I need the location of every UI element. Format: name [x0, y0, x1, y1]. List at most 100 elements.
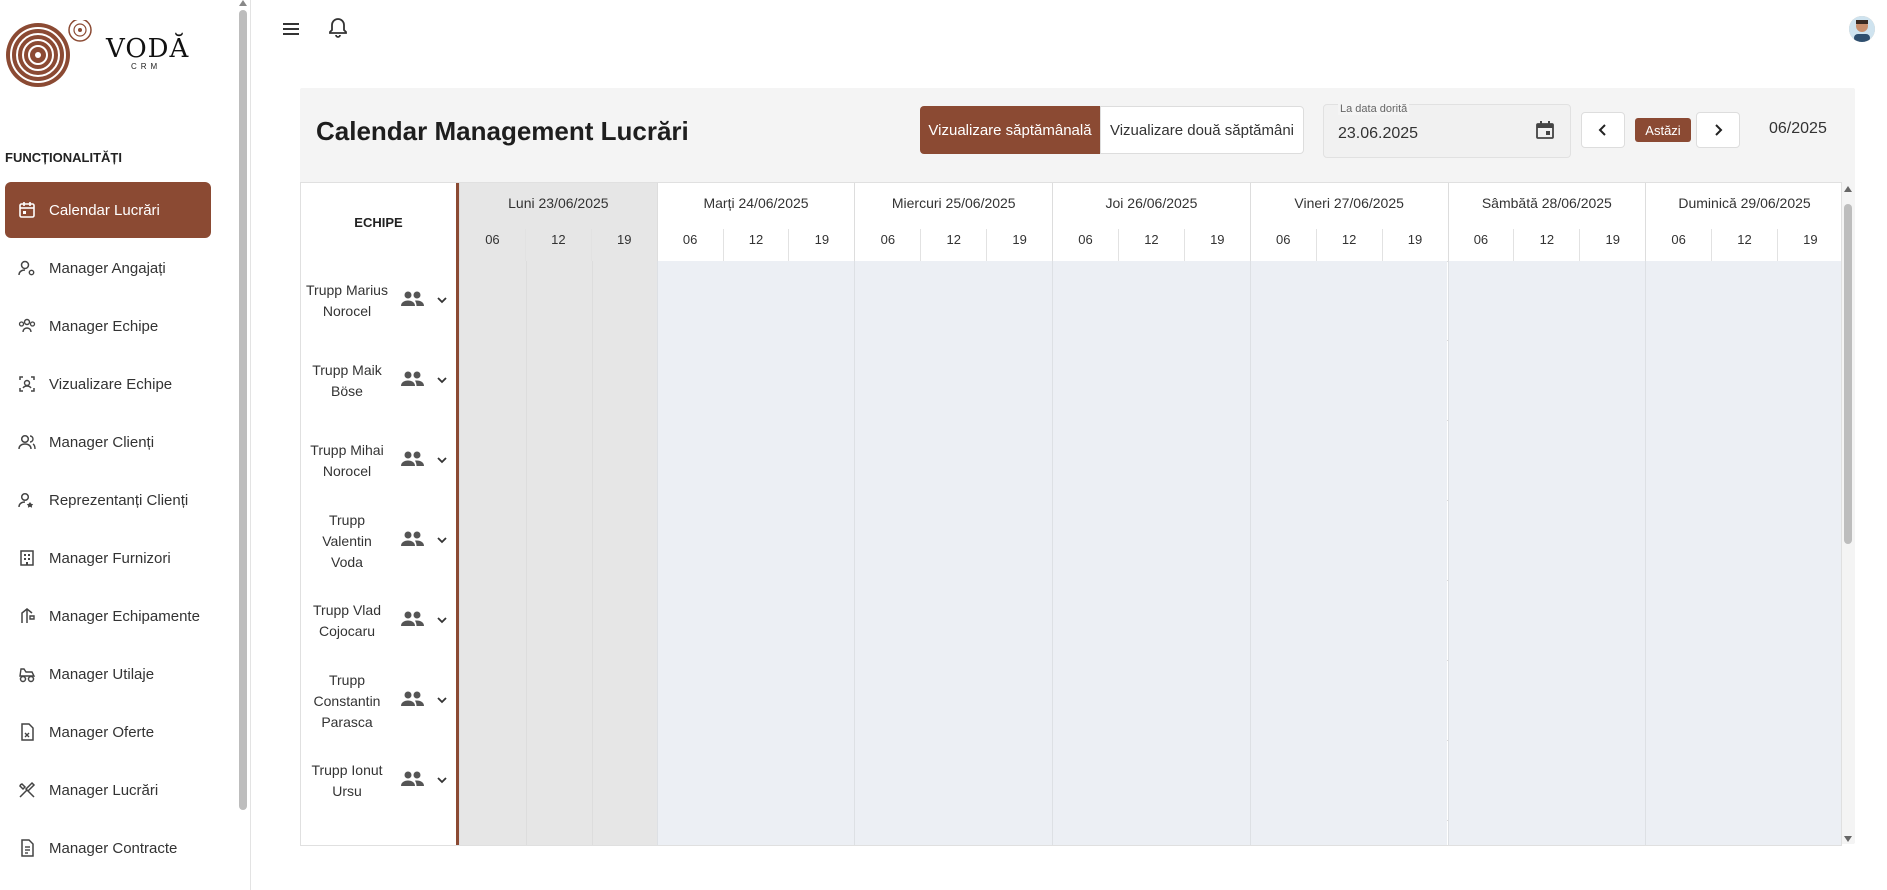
schedule-cell[interactable] [1645, 581, 1841, 661]
schedule-cell[interactable] [1249, 261, 1448, 341]
schedule-cell[interactable] [656, 821, 855, 845]
schedule-cell[interactable] [1052, 501, 1250, 581]
calendar-picker-icon[interactable] [1534, 119, 1556, 141]
chevron-down-icon[interactable] [436, 533, 448, 545]
schedule-cell[interactable] [1052, 261, 1250, 341]
sidebar-item-6[interactable]: Manager Furnizori [5, 530, 211, 586]
scroll-up-arrow-icon[interactable] [239, 0, 247, 6]
schedule-cell[interactable] [1645, 261, 1841, 341]
schedule-cell[interactable] [656, 581, 855, 661]
schedule-cell[interactable] [1052, 821, 1250, 845]
sidebar-item-2[interactable]: Manager Echipe [5, 298, 211, 354]
group-icon[interactable] [399, 289, 425, 309]
sidebar-item-0[interactable]: Calendar Lucrări [5, 182, 211, 238]
schedule-cell[interactable] [1447, 421, 1646, 501]
today-button[interactable]: Astăzi [1635, 118, 1691, 142]
schedule-cell[interactable] [459, 421, 657, 501]
schedule-cell[interactable] [1447, 741, 1646, 821]
group-icon[interactable] [399, 689, 425, 709]
sidebar-item-3[interactable]: Vizualizare Echipe [5, 356, 211, 412]
group-icon[interactable] [399, 369, 425, 389]
chevron-down-icon[interactable] [436, 693, 448, 705]
sidebar-item-7[interactable]: Manager Echipamente [5, 588, 211, 644]
schedule-cell[interactable] [854, 581, 1053, 661]
schedule-cell[interactable] [656, 501, 855, 581]
chevron-down-icon[interactable] [436, 293, 448, 305]
schedule-cell[interactable] [459, 341, 657, 421]
schedule-cell[interactable] [854, 741, 1053, 821]
schedule-cell[interactable] [1645, 421, 1841, 501]
group-icon[interactable] [399, 449, 425, 469]
sidebar-item-1[interactable]: Manager Angajați [5, 240, 211, 296]
schedule-cell[interactable] [656, 261, 855, 341]
chevron-down-icon[interactable] [436, 373, 448, 385]
schedule-cell[interactable] [854, 261, 1053, 341]
schedule-cell[interactable] [656, 341, 855, 421]
sidebar-item-5[interactable]: Reprezentanți Clienți [5, 472, 211, 528]
schedule-cell[interactable] [1447, 501, 1646, 581]
avatar[interactable] [1849, 16, 1875, 42]
schedule-cell[interactable] [1447, 581, 1646, 661]
schedule-cell[interactable] [1249, 341, 1448, 421]
previous-week-button[interactable] [1581, 112, 1625, 148]
sidebar-item-9[interactable]: Manager Oferte [5, 704, 211, 760]
schedule-cell[interactable] [459, 581, 657, 661]
schedule-cell[interactable] [854, 421, 1053, 501]
schedule-cell[interactable] [1052, 421, 1250, 501]
group-icon[interactable] [399, 769, 425, 789]
schedule-cell[interactable] [1447, 661, 1646, 741]
schedule-cell[interactable] [1249, 501, 1448, 581]
calendar-scrollbar[interactable] [1842, 184, 1854, 844]
sidebar-item-4[interactable]: Manager Clienți [5, 414, 211, 470]
schedule-cell[interactable] [1249, 661, 1448, 741]
weekly-view-button[interactable]: Vizualizare săptămânală [920, 106, 1100, 154]
schedule-cell[interactable] [1249, 421, 1448, 501]
schedule-cell[interactable] [1052, 341, 1250, 421]
next-week-button[interactable] [1696, 112, 1740, 148]
schedule-cell[interactable] [1645, 341, 1841, 421]
schedule-cell[interactable] [459, 261, 657, 341]
group-icon[interactable] [399, 529, 425, 549]
schedule-cell[interactable] [1645, 741, 1841, 821]
sidebar-item-10[interactable]: Manager Lucrări [5, 762, 211, 818]
schedule-cell[interactable] [459, 821, 657, 845]
schedule-cell[interactable] [1249, 581, 1448, 661]
schedule-cell[interactable] [459, 501, 657, 581]
schedule-cell[interactable] [854, 821, 1053, 845]
sidebar-scrollbar[interactable] [238, 0, 248, 890]
date-picker-field[interactable]: La data dorită 23.06.2025 [1323, 103, 1571, 158]
two-weeks-view-button[interactable]: Vizualizare două săptămâni [1100, 106, 1304, 154]
schedule-cell[interactable] [1052, 661, 1250, 741]
schedule-cell[interactable] [1052, 581, 1250, 661]
scroll-down-arrow-icon[interactable] [1844, 836, 1852, 842]
schedule-cell[interactable] [459, 741, 657, 821]
schedule-cell[interactable] [854, 341, 1053, 421]
schedule-cell[interactable] [1052, 741, 1250, 821]
chevron-down-icon[interactable] [436, 613, 448, 625]
group-icon[interactable] [399, 609, 425, 629]
scroll-thumb[interactable] [239, 10, 247, 810]
scroll-up-arrow-icon[interactable] [1844, 186, 1852, 192]
bell-icon[interactable] [326, 16, 350, 40]
schedule-cell[interactable] [1645, 661, 1841, 741]
schedule-cell[interactable] [656, 661, 855, 741]
schedule-cell[interactable] [1447, 341, 1646, 421]
schedule-cell[interactable] [1447, 261, 1646, 341]
scroll-thumb[interactable] [1844, 204, 1852, 544]
schedule-cell[interactable] [656, 421, 855, 501]
schedule-cell[interactable] [854, 661, 1053, 741]
schedule-cell[interactable] [1645, 821, 1841, 845]
schedule-cell[interactable] [459, 661, 657, 741]
date-picker-value[interactable]: 23.06.2025 [1338, 125, 1418, 143]
schedule-cell[interactable] [656, 741, 855, 821]
hamburger-menu-icon[interactable] [280, 18, 302, 40]
chevron-down-icon[interactable] [436, 453, 448, 465]
sidebar-item-8[interactable]: Manager Utilaje [5, 646, 211, 702]
chevron-down-icon[interactable] [436, 773, 448, 785]
schedule-cell[interactable] [1249, 821, 1448, 845]
schedule-cell[interactable] [854, 501, 1053, 581]
schedule-cell[interactable] [1645, 501, 1841, 581]
schedule-cell[interactable] [1447, 821, 1646, 845]
schedule-cell[interactable] [1249, 741, 1448, 821]
sidebar-item-11[interactable]: Manager Contracte [5, 820, 211, 876]
